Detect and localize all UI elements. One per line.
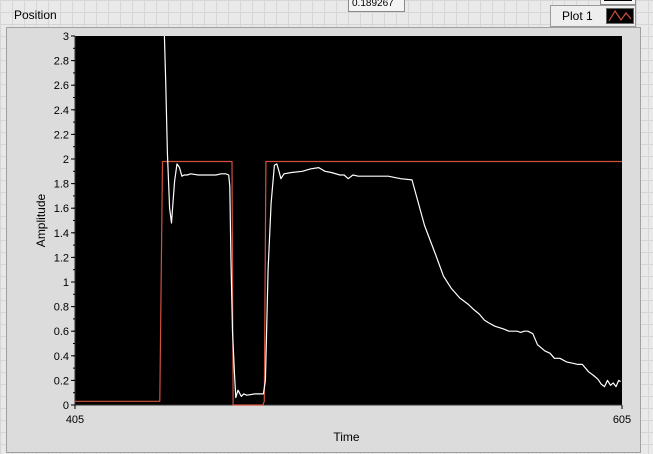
x-tick-label: 605 [613, 414, 631, 426]
y-tick-label: 2.6 [54, 80, 69, 92]
x-tick-label: 405 [66, 414, 84, 426]
y-tick-label: 0.8 [54, 302, 69, 314]
y-tick-label: 3 [63, 31, 69, 43]
y-tick-label: 0.2 [54, 375, 69, 387]
y-tick-label: 2.4 [54, 105, 69, 117]
y-tick-label: 1.8 [54, 179, 69, 191]
y-tick-label: 0.4 [54, 351, 69, 363]
x-axis-title: Time [333, 430, 360, 444]
y-tick-label: 2.2 [54, 129, 69, 141]
y-tick-label: 1.2 [54, 252, 69, 264]
y-tick-label: 1 [63, 277, 69, 289]
y-tick-label: 0.6 [54, 326, 69, 338]
y-tick-label: 1.6 [54, 203, 69, 215]
y-tick-label: 2.8 [54, 56, 69, 68]
waveform-chart: 0 0.2 0.4 0.6 0.8 1 1.2 1.4 1.6 1.8 2 2.2 2.4 2.6 2.8 3… [34, 31, 631, 444]
y-tick-label: 0 [63, 400, 69, 412]
plot-area [75, 36, 622, 405]
y-axis-title: Amplitude [34, 194, 48, 248]
y-tick-label: 1.4 [54, 228, 69, 240]
y-tick-label: 2 [63, 154, 69, 166]
